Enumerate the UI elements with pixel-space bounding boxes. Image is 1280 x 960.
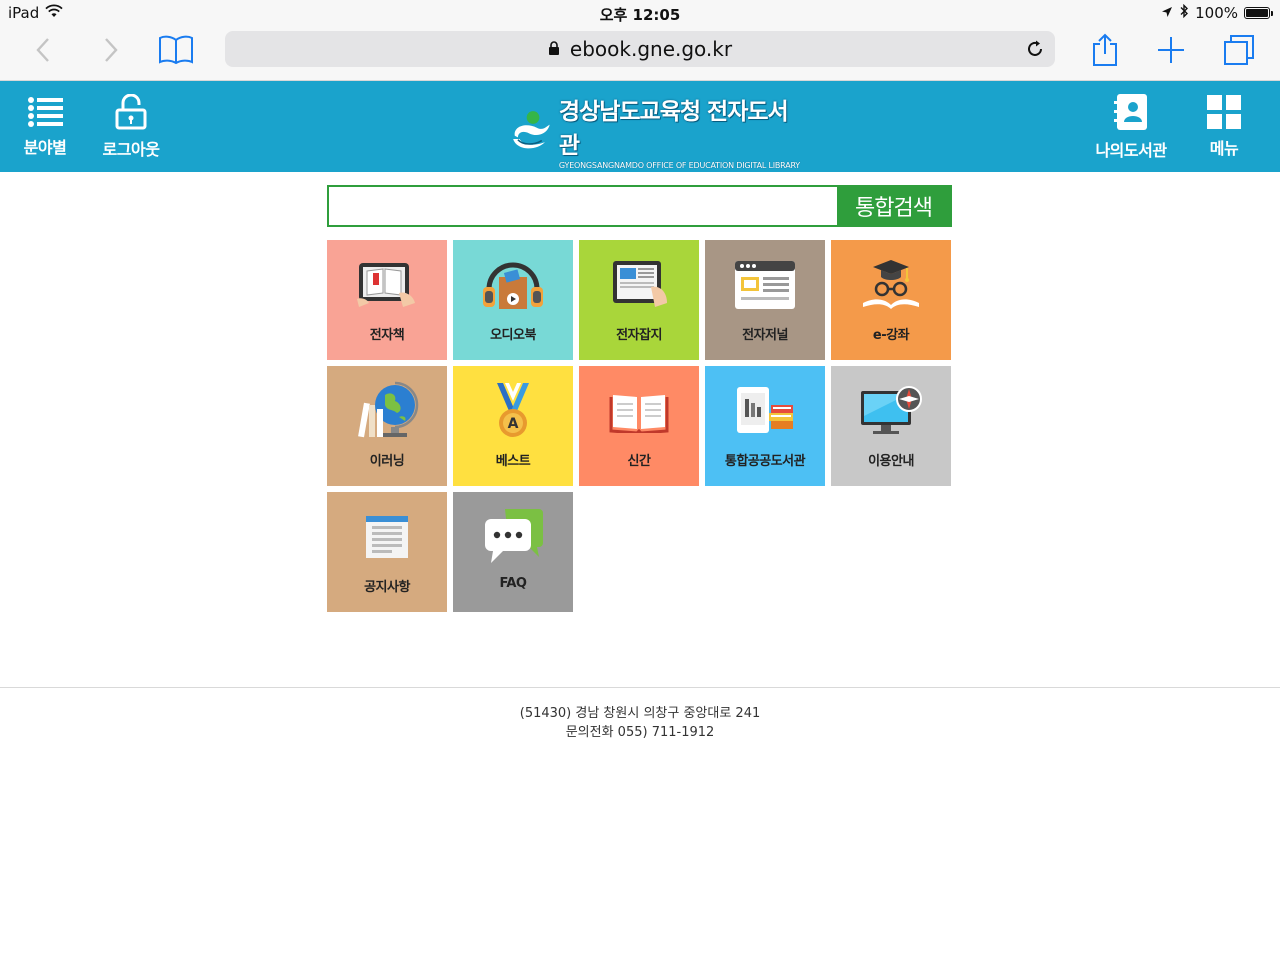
- tile-elearning[interactable]: 이러닝: [327, 366, 447, 486]
- tile-label: 전자책: [369, 328, 405, 343]
- tile-electure[interactable]: e-강좌: [831, 240, 951, 360]
- tile-guide[interactable]: 이용안내: [831, 366, 951, 486]
- tabs-icon: [1224, 35, 1254, 65]
- menu-label: 메뉴: [1209, 138, 1239, 158]
- tile-label: 신간: [627, 454, 651, 469]
- logout-label: 로그아웃: [102, 139, 160, 159]
- my-library-label: 나의도서관: [1095, 140, 1167, 160]
- status-bar: iPad 오후 12:05 100%: [0, 0, 1280, 26]
- url-text: ebook.gne.go.kr: [569, 37, 733, 61]
- tile-label: 베스트: [495, 454, 531, 469]
- bluetooth-icon: [1179, 3, 1189, 22]
- tile-emagazine[interactable]: 전자잡지: [579, 240, 699, 360]
- battery-fill: [1246, 9, 1268, 17]
- bookmarks-button[interactable]: [156, 26, 196, 74]
- site-logo[interactable]: 경상남도교육청 전자도서관 GYEONGSANGNAMDO OFFICE OF …: [510, 99, 800, 170]
- forward-button[interactable]: [96, 26, 126, 74]
- search-bar: 통합검색: [327, 185, 952, 227]
- category-button[interactable]: 분야별: [14, 81, 76, 172]
- headphones-icon: [478, 254, 548, 316]
- tile-label: e-강좌: [872, 328, 910, 343]
- logo-emblem-icon: [513, 111, 550, 149]
- tile-label: 공지사항: [364, 580, 410, 595]
- list-icon: [28, 96, 63, 127]
- share-icon: [1093, 33, 1117, 66]
- location-arrow-icon: [1161, 4, 1173, 22]
- tile-label: 전자잡지: [616, 328, 662, 343]
- plus-icon: [1158, 37, 1184, 63]
- share-button[interactable]: [1088, 26, 1122, 74]
- site-header: 분야별 로그아웃 경상남도교육청 전자도서관 GYEONGSANGNAMDO O…: [0, 81, 1280, 172]
- logout-button[interactable]: 로그아웃: [96, 81, 166, 172]
- search-input[interactable]: [329, 187, 837, 225]
- tile-faq[interactable]: FAQ: [453, 492, 573, 612]
- tile-label: FAQ: [499, 576, 527, 591]
- browser-window-icon: [730, 254, 800, 316]
- menu-button[interactable]: 메뉴: [1198, 81, 1250, 172]
- book-icon: [159, 35, 193, 65]
- monitor-compass-icon: [856, 380, 926, 442]
- battery-icon: [1244, 7, 1273, 19]
- reload-icon[interactable]: [1025, 39, 1045, 64]
- tile-audiobook[interactable]: 오디오북: [453, 240, 573, 360]
- contact-book-icon: [1114, 93, 1147, 130]
- tile-label: 이러닝: [369, 454, 405, 469]
- tile-label: 통합공공도서관: [724, 454, 806, 469]
- grid-menu-icon: [1207, 94, 1241, 129]
- search-button[interactable]: 통합검색: [837, 187, 950, 225]
- back-button[interactable]: [28, 26, 58, 74]
- open-book-icon: [604, 380, 674, 442]
- tile-label: 오디오북: [490, 328, 536, 343]
- tile-label: 이용안내: [868, 454, 914, 469]
- tablet-book-icon: [352, 254, 422, 316]
- chevron-right-icon: [105, 38, 118, 62]
- new-tab-button[interactable]: [1154, 26, 1188, 74]
- tile-notice[interactable]: 공지사항: [327, 492, 447, 612]
- tile-ejournal[interactable]: 전자저널: [705, 240, 825, 360]
- category-label: 분야별: [23, 137, 67, 157]
- tile-label: 전자저널: [742, 328, 788, 343]
- footer-divider: [0, 687, 1280, 688]
- tile-best[interactable]: A 베스트: [453, 366, 573, 486]
- unlock-icon: [115, 93, 147, 129]
- tile-new-books[interactable]: 신간: [579, 366, 699, 486]
- logo-subtitle: GYEONGSANGNAMDO OFFICE OF EDUCATION DIGI…: [558, 161, 800, 170]
- lock-icon: [548, 37, 560, 61]
- logo-title: 경상남도교육청 전자도서관: [558, 99, 789, 159]
- battery-percent: 100%: [1195, 4, 1238, 22]
- address-bar[interactable]: ebook.gne.go.kr: [225, 31, 1055, 67]
- library-books-icon: [730, 380, 800, 442]
- tile-ebook[interactable]: 전자책: [327, 240, 447, 360]
- footer: (51430) 경남 창원시 의창구 중앙대로 241 문의전화 055) 71…: [0, 704, 1280, 742]
- chevron-left-icon: [36, 38, 49, 62]
- notice-board-icon: [352, 506, 422, 568]
- browser-toolbar: ebook.gne.go.kr: [0, 26, 1280, 81]
- status-time: 오후 12:05: [599, 6, 681, 24]
- svg-text:A: A: [508, 416, 519, 432]
- chat-bubble-icon: [478, 506, 548, 568]
- footer-phone: 문의전화 055) 711-1912: [565, 725, 715, 740]
- medal-icon: A: [478, 380, 548, 442]
- tile-public-library[interactable]: 통합공공도서관: [705, 366, 825, 486]
- globe-icon: [352, 380, 422, 442]
- my-library-button[interactable]: 나의도서관: [1094, 81, 1168, 172]
- footer-address: (51430) 경남 창원시 의창구 중앙대로 241: [519, 706, 761, 721]
- graduation-cap-icon: [856, 254, 926, 316]
- tabs-button[interactable]: [1222, 26, 1256, 74]
- tablet-magazine-icon: [604, 254, 674, 316]
